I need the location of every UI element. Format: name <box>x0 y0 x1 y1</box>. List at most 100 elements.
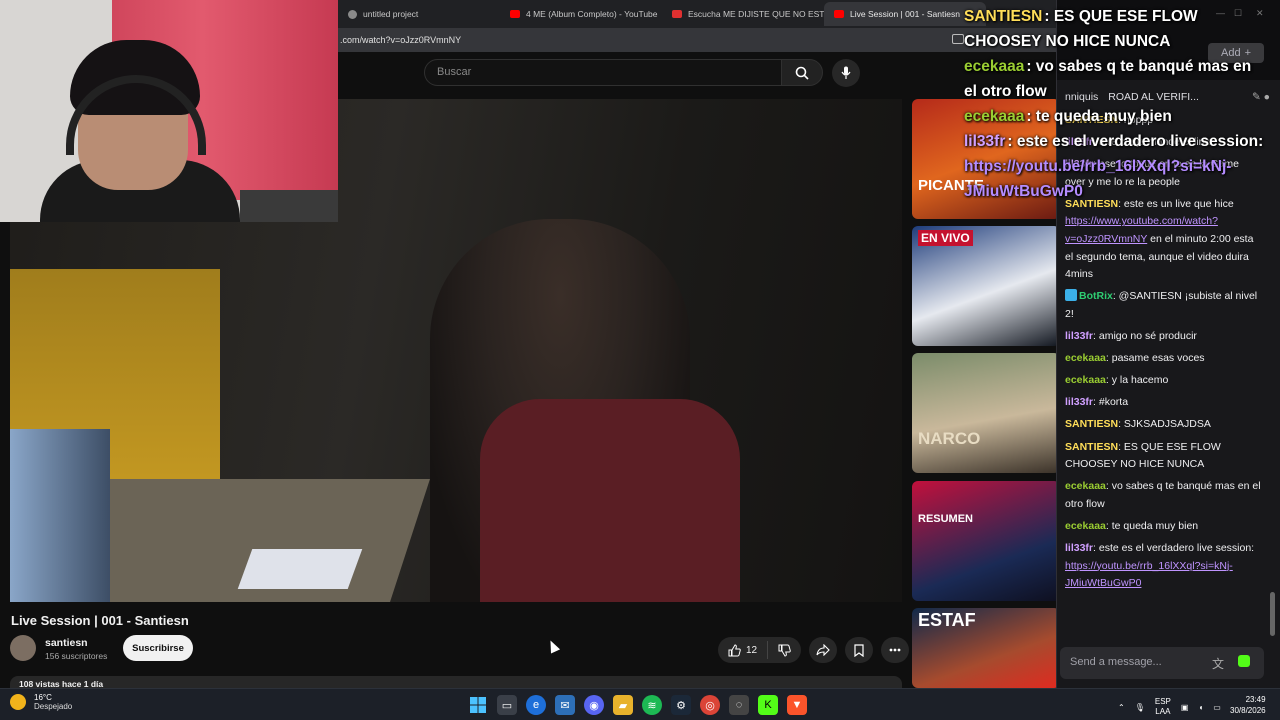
like-dislike-group: 12 <box>718 637 802 663</box>
overlay-chat-line: CHOOSEY NO HICE NUNCA <box>964 29 1280 54</box>
keyboard-layout: LAA <box>1155 707 1171 716</box>
share-button[interactable] <box>809 637 838 663</box>
overlay-chat-line: el otro flow <box>964 79 1280 104</box>
steam-icon[interactable]: ⚙ <box>671 695 691 715</box>
youtube-icon <box>510 10 520 18</box>
send-actions: 文 <box>1212 655 1251 672</box>
overlay-chat-text: : ES QUE ESE FLOW <box>1044 8 1198 25</box>
chat-message: SANTIESN: este es un live que hice https… <box>1065 196 1262 284</box>
address-bar[interactable]: .com/watch?v=oJzz0RVmnNY <box>338 28 1060 52</box>
subscribe-button[interactable]: Suscribirse <box>123 635 193 661</box>
battery-icon[interactable]: ▭ <box>1213 703 1221 712</box>
discord-icon[interactable]: ◉ <box>584 695 604 715</box>
chat-message: ecekaaa: te queda muy bien <box>1065 518 1262 536</box>
chat-text: amigo no sé producir <box>1095 330 1197 343</box>
chevron-up-icon[interactable]: ⌃ <box>1118 703 1125 712</box>
chat-message: lil33fr: este es el verdadero live sessi… <box>1065 540 1262 593</box>
volume-icon[interactable]: ◖ <box>1198 703 1203 712</box>
bot-badge-icon <box>1065 289 1077 302</box>
chat-username[interactable]: ecekaaa <box>1065 352 1106 364</box>
network-icon[interactable]: ▣ <box>1181 703 1189 712</box>
like-button[interactable]: 12 <box>718 641 769 659</box>
overlay-chat-text: JMiuWtBuGwP0 <box>964 183 1083 200</box>
weather-widget[interactable]: 16°C Despejado <box>10 693 72 711</box>
channel-name[interactable]: santiesn <box>45 637 88 649</box>
browser-tab[interactable]: 4 ME (Album Completo) - YouTube <box>500 2 662 26</box>
chat-username[interactable]: lil33fr <box>1065 396 1093 408</box>
overlay-chat-text: : vo sabes q te banqué mas en <box>1026 58 1252 75</box>
kick-icon[interactable]: K <box>758 695 778 715</box>
overlay-chat-username: lil33fr <box>964 133 1006 150</box>
weather-condition: Despejado <box>34 702 73 711</box>
browser-tab[interactable]: Escucha ME DIJISTE QUE NO ESTABA <box>662 2 824 26</box>
microphone-icon[interactable]: 🎙 <box>1135 703 1145 712</box>
chat-message: BotRix: @SANTIESN ¡subiste al nivel 2! <box>1065 288 1262 323</box>
chrome-icon[interactable]: ◎ <box>700 695 720 715</box>
translate-icon[interactable]: 文 <box>1212 655 1224 672</box>
language-indicator[interactable]: ESP LAA <box>1155 697 1171 717</box>
spotify-icon[interactable]: ≋ <box>642 695 662 715</box>
search-button[interactable] <box>781 59 823 86</box>
recommended-video[interactable]: EN VIVO <box>912 226 1060 346</box>
chat-username[interactable]: lil33fr <box>1065 542 1093 554</box>
overlay-chat-text: el otro flow <box>964 83 1047 100</box>
tab-title: untitled project <box>363 9 419 19</box>
tab-title: 4 ME (Album Completo) - YouTube <box>526 9 658 19</box>
overlay-chat-line: lil33fr: este es el verdadero live sessi… <box>964 129 1280 154</box>
overlay-chat-line: https://youtu.be/rrb_16lXXql?si=kNj- <box>964 154 1280 179</box>
brave-icon[interactable]: ▼ <box>787 695 807 715</box>
screen: Buscar Live Session | 001 - Santiesn san… <box>0 0 1280 720</box>
chat-message: ecekaaa: pasame esas voces <box>1065 350 1262 368</box>
recommended-video-caption: RESUMEN <box>918 513 974 525</box>
chat-username[interactable]: SANTIESN <box>1065 418 1118 430</box>
windows-start-icon[interactable] <box>468 695 488 715</box>
overlay-chat-line: ecekaaa: vo sabes q te banqué mas en <box>964 54 1280 79</box>
chat-username[interactable]: ecekaaa <box>1065 374 1106 386</box>
outlook-icon[interactable]: ✉ <box>555 695 575 715</box>
recommended-video[interactable]: ESTAF <box>912 608 1060 688</box>
mouse-cursor <box>545 638 561 654</box>
edge-icon[interactable]: e <box>526 695 546 715</box>
save-button[interactable] <box>845 637 874 663</box>
url-text[interactable]: .com/watch?v=oJzz0RVmnNY <box>340 35 461 45</box>
overlay-chat-username: ecekaaa <box>964 108 1025 125</box>
recommended-video[interactable]: RESUMEN <box>912 481 1060 601</box>
tab-favicon-icon <box>672 10 682 18</box>
browser-tab[interactable]: untitled project <box>338 2 500 26</box>
webcam-overlay <box>0 0 338 222</box>
task-view-icon[interactable]: ▭ <box>497 695 517 715</box>
chat-username[interactable]: ecekaaa <box>1065 480 1106 492</box>
chat-username[interactable]: ecekaaa <box>1065 520 1106 532</box>
chat-link[interactable]: https://youtu.be/rrb_16lXXql?si=kNj-JMiu… <box>1065 560 1233 590</box>
chat-username[interactable]: lil33fr <box>1065 330 1093 342</box>
chat-text: #korta <box>1095 396 1129 409</box>
clock-date: 30/8/2026 <box>1230 706 1266 715</box>
chat-username[interactable]: SANTIESN <box>1065 441 1118 453</box>
clock-time: 23:49 <box>1245 695 1266 704</box>
overlay-chat-text: CHOOSEY NO HICE NUNCA <box>964 33 1171 50</box>
browser-tab-active[interactable]: Live Session | 001 - Santiesn <box>824 2 986 26</box>
clock[interactable]: 23:49 30/8/2026 <box>1230 694 1266 716</box>
more-actions-button[interactable] <box>881 637 910 663</box>
voice-search-button[interactable] <box>832 59 860 87</box>
chat-message: ecekaaa: vo sabes q te banqué mas en el … <box>1065 478 1262 513</box>
cast-icon[interactable] <box>952 34 964 44</box>
search-input[interactable]: Buscar <box>424 59 782 86</box>
file-explorer-icon[interactable]: ▰ <box>613 695 633 715</box>
chat-scrollbar[interactable] <box>1270 592 1275 636</box>
dislike-button[interactable] <box>768 641 801 659</box>
system-tray: ⌃ 🎙 ESP LAA ▣ ◖ ▭ <box>1118 697 1221 717</box>
emote-picker-icon[interactable] <box>1238 655 1251 667</box>
app-icon[interactable]: ◌ <box>729 695 749 715</box>
recommended-video-caption: ESTAF <box>918 610 976 630</box>
chat-text: este es el verdadero live session: <box>1095 541 1255 554</box>
recommended-video-caption: EN VIVO <box>918 230 973 246</box>
video-frame-monitor <box>10 429 110 602</box>
chat-username[interactable]: BotRix <box>1079 290 1113 302</box>
channel-avatar[interactable] <box>10 635 36 661</box>
chat-overlay: SANTIESN: ES QUE ESE FLOW CHOOSEY NO HICE… <box>964 4 1280 204</box>
tab-title: Escucha ME DIJISTE QUE NO ESTABA <box>688 9 824 19</box>
video-frame-shirt <box>480 399 740 602</box>
recommended-video[interactable]: NARCO <box>912 353 1060 473</box>
chat-message: SANTIESN: SJKSADJSAJDSA <box>1065 416 1262 434</box>
